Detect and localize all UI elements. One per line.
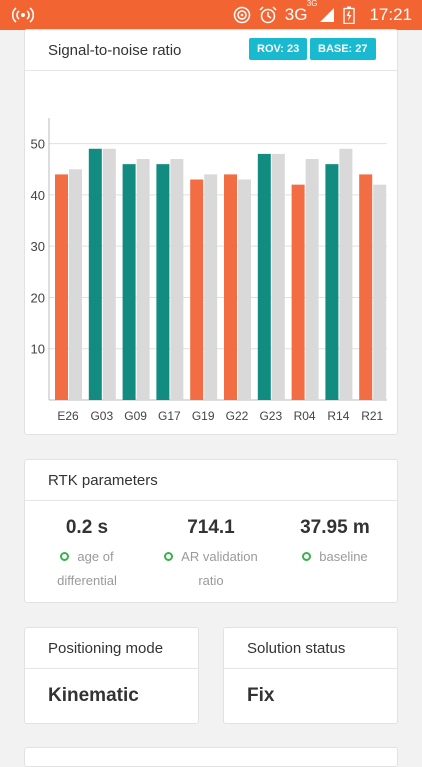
snr-bar-base <box>170 159 184 400</box>
y-tick-label: 30 <box>31 239 45 254</box>
solution-header: Solution status <box>224 628 397 669</box>
rov-badge: ROV: 23 <box>249 38 308 60</box>
snr-bar-rover <box>291 184 305 400</box>
status-dot-icon <box>60 552 70 562</box>
snr-bar-rover <box>257 153 271 400</box>
snr-bar-base <box>204 174 218 400</box>
target-icon <box>233 6 251 24</box>
snr-bar-base <box>69 169 82 400</box>
snr-bar-rover <box>88 148 102 400</box>
network-super: 3G <box>306 0 318 8</box>
snr-chart: 10 20 30 40 50 E26 G03 G09 G17 G19 G22 G23 R04 R14 R21 <box>31 118 387 423</box>
broadcast-icon <box>12 7 34 23</box>
rtk-baseline-label: baseline <box>273 545 397 569</box>
snr-bar-rover <box>122 164 136 400</box>
battery-icon <box>343 6 356 24</box>
rtk-ratio-label: AR validation ratio <box>149 545 273 593</box>
solution-value: Fix <box>247 685 275 706</box>
y-tick-label: 20 <box>31 290 45 305</box>
solution-card: Solution status Fix <box>223 627 398 724</box>
snr-bar-rover <box>325 164 339 400</box>
rtk-age-label: age of differential <box>57 549 117 588</box>
solution-title: Solution status <box>247 639 346 657</box>
clock: 17:21 <box>369 5 412 24</box>
snr-bar-rover <box>190 179 204 400</box>
status-dot-icon <box>302 552 312 562</box>
rtk-card: RTK parameters 0.2 s age of differential… <box>24 459 398 603</box>
rtk-baseline: 37.95 m baseline <box>273 501 397 593</box>
x-tick-label: G03 <box>90 409 113 423</box>
snr-bar-base <box>339 148 353 400</box>
positioning-header: Positioning mode <box>25 628 198 669</box>
rtk-title: RTK parameters <box>48 471 158 489</box>
snr-card: Signal-to-noise ratio ROV: 23 BASE: 27 1… <box>24 29 398 435</box>
x-tick-label: G19 <box>192 409 215 423</box>
rtk-ratio: 714.1 AR validation ratio <box>149 501 273 593</box>
x-tick-label: R14 <box>327 409 349 423</box>
positioning-value: Kinematic <box>48 685 139 706</box>
x-tick-label: G22 <box>226 409 249 423</box>
snr-bar-base <box>271 153 285 400</box>
snr-title: Signal-to-noise ratio <box>48 41 182 59</box>
snr-bar-base <box>238 179 251 400</box>
x-tick-label: G17 <box>158 409 181 423</box>
snr-card-header: Signal-to-noise ratio ROV: 23 BASE: 27 <box>25 30 397 71</box>
x-tick-label: E26 <box>57 409 79 423</box>
rtk-baseline-value: 37.95 m <box>300 517 370 538</box>
x-tick-label: G23 <box>259 409 282 423</box>
snr-bar-base <box>305 159 319 400</box>
rtk-age-value: 0.2 s <box>65 517 109 538</box>
network-type: 3G 3G <box>284 0 318 24</box>
rtk-ratio-value: 714.1 <box>187 517 235 538</box>
positioning-card: Positioning mode Kinematic <box>24 627 199 724</box>
snr-bar-base <box>136 159 150 400</box>
snr-bar-base <box>102 148 116 400</box>
status-dot-icon <box>164 552 174 562</box>
rtk-card-header: RTK parameters <box>25 460 397 501</box>
snr-bar-rover <box>156 164 170 400</box>
signal-icon <box>320 8 335 22</box>
snr-bar-rover <box>55 174 68 400</box>
status-bar: 3G 3G 17:21 <box>0 0 422 30</box>
y-tick-label: 40 <box>31 188 45 203</box>
alarm-icon <box>259 6 277 24</box>
x-tick-label: G09 <box>124 409 147 423</box>
y-tick-label: 50 <box>31 137 45 152</box>
snr-bar-rover <box>359 174 373 400</box>
snr-bar-base <box>373 184 387 400</box>
rtk-age: 0.2 s age of differential <box>25 501 149 593</box>
next-card <box>24 747 398 767</box>
x-tick-label: R04 <box>294 409 316 423</box>
x-tick-label: R21 <box>361 409 383 423</box>
positioning-title: Positioning mode <box>48 639 164 657</box>
snr-bar-rover <box>224 174 237 400</box>
y-tick-label: 10 <box>31 342 45 357</box>
base-badge: BASE: 27 <box>310 38 376 60</box>
